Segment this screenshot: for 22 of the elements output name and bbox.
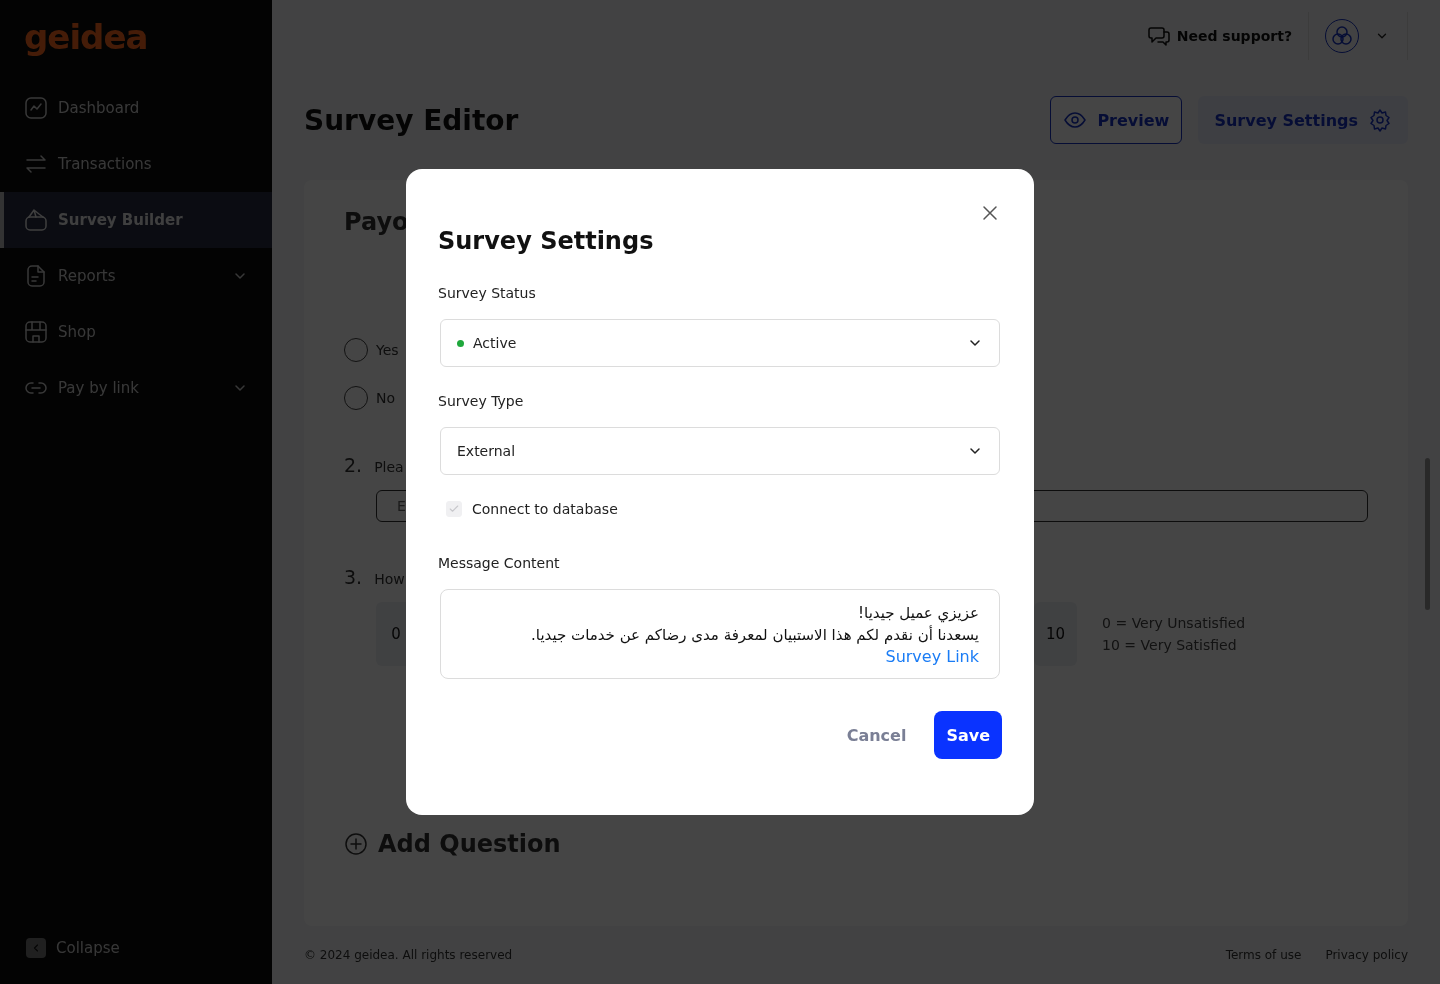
field-label: Message Content: [438, 555, 561, 571]
page-title: Survey Editor: [304, 103, 520, 137]
message-line: يسعدنا أن نقدم لكم هذا الاستبيان لمعرفة مدى رضاكم عن خدمات جيديا.: [531, 624, 979, 646]
dialog-title: Survey Settings: [438, 227, 655, 255]
survey-heading: Payo: [344, 208, 409, 236]
field-label: Survey Status: [438, 285, 537, 301]
option-label: No: [376, 390, 396, 406]
survey-link[interactable]: Survey Link: [885, 646, 979, 668]
message-line: عزيزي عميل جيديا!: [858, 603, 979, 624]
close-button[interactable]: [982, 205, 998, 221]
dropdown-field[interactable]: Active: [440, 319, 1000, 367]
cancel-button[interactable]: Cancel: [834, 711, 919, 759]
question-number: 2.: [344, 454, 363, 476]
question-text: Plea: [374, 459, 404, 475]
option-label: Yes: [376, 342, 399, 358]
save-button[interactable]: Save: [934, 711, 1002, 759]
dropdown-field[interactable]: External: [440, 427, 1000, 475]
question-number: 3.: [344, 566, 363, 588]
checkbox-label: Connect to database: [472, 501, 618, 517]
question-text: How: [374, 571, 405, 587]
logo: geidea: [24, 20, 148, 54]
field-label: Survey Type: [438, 393, 525, 409]
